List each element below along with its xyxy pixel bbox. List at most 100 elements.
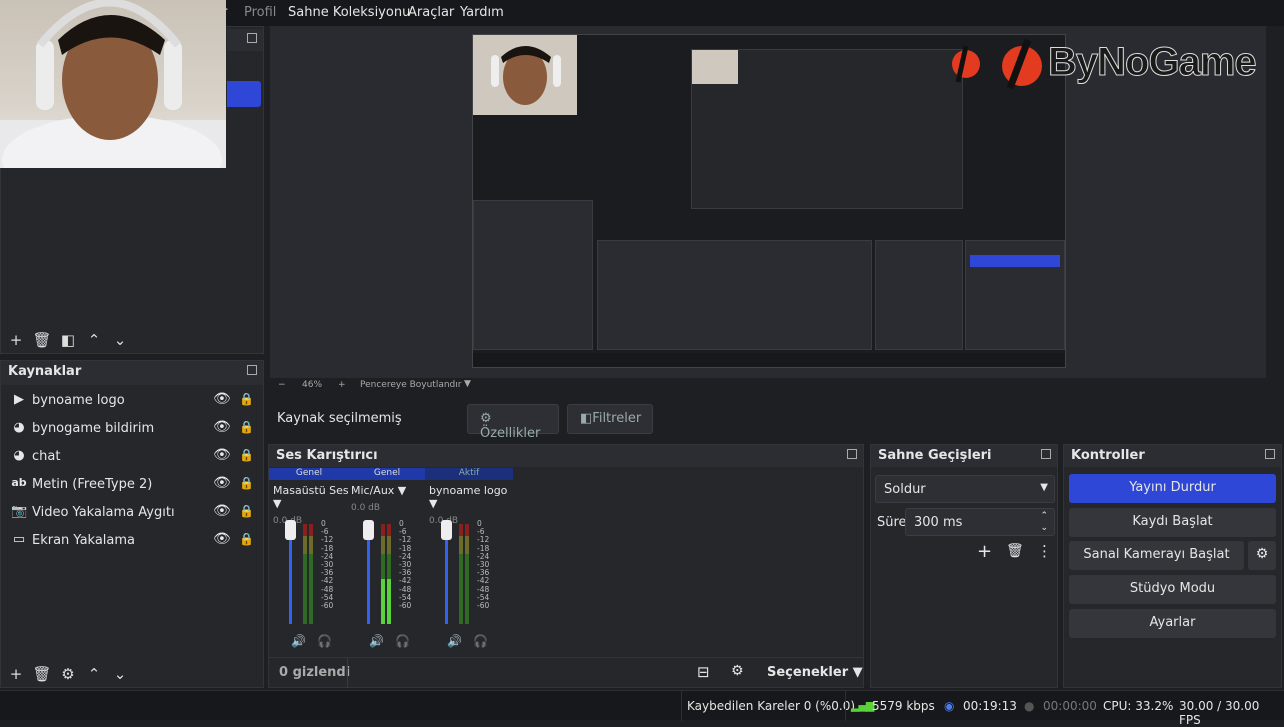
source-item[interactable]: ▭ Ekran Yakalama 👁 🔒 (1, 527, 263, 555)
dock-float-icon[interactable] (847, 449, 857, 459)
lock-icon[interactable]: 🔒 (239, 420, 254, 434)
chevron-down-icon[interactable]: ▼ (464, 379, 471, 389)
channel-name[interactable]: Masaüstü Ses ▼ (269, 484, 349, 510)
source-label: Video Yakalama Aygıtı (32, 505, 175, 520)
lock-icon[interactable]: 🔒 (239, 504, 254, 518)
record-icon: ● (1024, 699, 1035, 713)
trash-icon[interactable]: 🗑 (29, 331, 55, 349)
move-down-icon[interactable]: ⌄ (107, 665, 133, 683)
filters-button[interactable]: ◧Filtreler (567, 404, 653, 434)
lock-icon[interactable]: 🔒 (239, 448, 254, 462)
source-label: bynoame logo (32, 393, 125, 408)
mixer-title-bar: Ses Karıştırıcı (269, 445, 863, 467)
sources-panel: Kaynaklar ▶ bynoame logo 👁 🔒 ◕ bynogame b… (0, 360, 264, 688)
add-icon[interactable]: + (3, 665, 29, 683)
eye-icon[interactable]: 👁 (213, 419, 231, 435)
gear-icon[interactable]: ⚙ (55, 665, 81, 683)
channel-name-label: Mic/Aux (351, 484, 395, 497)
eye-icon[interactable]: 👁 (213, 391, 231, 407)
transition-selected: Soldur (884, 482, 926, 497)
channel-name[interactable]: bynoame logo ▼ (425, 484, 513, 510)
bynogame-watermark: ByNoGame (936, 36, 1266, 90)
duration-value: 300 ms (914, 515, 963, 530)
scene-selected-item[interactable] (227, 81, 261, 107)
trash-icon[interactable]: 🗑 (29, 665, 55, 683)
menu-tools[interactable]: Araçlar (408, 5, 454, 20)
volume-fader-knob[interactable] (363, 520, 374, 540)
duration-input[interactable]: 300 ms ⌃ ⌄ (905, 508, 1055, 536)
stepper-icon[interactable]: ⌃ ⌄ (1040, 510, 1048, 534)
gear-icon[interactable]: ⚙ (1248, 541, 1276, 570)
menu-profile[interactable]: Profil (244, 5, 276, 20)
move-up-icon[interactable]: ⌃ (81, 665, 107, 683)
layout-icon[interactable]: ⊟ (697, 663, 710, 681)
context-bar: Kaynak seçilmemiş ⚙ Özellikler ◧Filtrele… (268, 400, 1282, 441)
zoom-in-button[interactable]: + (338, 380, 346, 390)
lock-icon[interactable]: 🔒 (239, 392, 254, 406)
headphones-icon[interactable]: 🎧 (395, 634, 410, 648)
channel-db: 0.0 dB (429, 516, 459, 526)
channel-db: 0.0 dB (351, 503, 381, 513)
options-button[interactable]: Seçenekler ▼ (767, 665, 863, 680)
channel-header: Genel (347, 468, 427, 480)
dock-float-icon[interactable] (1041, 449, 1051, 459)
add-icon[interactable]: + (3, 331, 29, 349)
fit-window-button[interactable]: Pencereye Boyutlandır (360, 380, 461, 390)
headphones-icon[interactable]: 🎧 (317, 634, 332, 648)
hidden-count: 0 gizlendi (279, 665, 351, 680)
mixer-channel: Genel Masaüstü Ses ▼ 0.0 dB 0 -6 -12 -18… (269, 468, 349, 658)
scenes-toolbar: + 🗑 ◧ ⌃ ⌄ (3, 331, 133, 349)
volume-fader-knob[interactable] (441, 520, 452, 540)
properties-button[interactable]: ⚙ Özellikler (467, 404, 559, 441)
settings-button[interactable]: Ayarlar (1069, 609, 1276, 638)
eye-icon[interactable]: 👁 (213, 503, 231, 519)
source-item[interactable]: ▶ bynoame logo 👁 🔒 (1, 387, 263, 415)
chevron-down-icon: ▼ (1040, 482, 1048, 493)
level-meter (387, 524, 391, 624)
headphones-icon[interactable]: 🎧 (473, 634, 488, 648)
db-scale: 0 -6 -12 -18 -24 -30 -36 -42 -48 -54 -60 (477, 519, 490, 611)
speaker-icon[interactable]: 🔊 (369, 634, 384, 648)
scene-transitions-panel: Sahne Geçişleri Soldur ▼ Süre 300 ms ⌃ ⌄ … (870, 444, 1058, 688)
source-item[interactable]: 📷 Video Yakalama Aygıtı 👁 🔒 (1, 499, 263, 527)
globe-icon: ◕ (13, 448, 25, 463)
watermark-text: ByNoGame (1048, 40, 1258, 85)
volume-fader-knob[interactable] (285, 520, 296, 540)
source-item[interactable]: ab Metin (FreeType 2) 👁 🔒 (1, 471, 263, 499)
eye-icon[interactable]: 👁 (213, 447, 231, 463)
filters-label: Filtreler (592, 411, 642, 426)
source-item[interactable]: ◕ chat 👁 🔒 (1, 443, 263, 471)
dropped-frames: Kaybedilen Kareler 0 (%0.0) (687, 699, 856, 713)
trash-icon[interactable]: 🗑 (1006, 543, 1024, 559)
zoom-bar: − 46% + Pencereye Boyutlandır ▼ (270, 378, 1266, 394)
menu-help[interactable]: Yardım (460, 5, 504, 20)
lock-icon[interactable]: 🔒 (239, 532, 254, 546)
start-virtual-camera-button[interactable]: Sanal Kamerayı Başlat (1069, 541, 1244, 570)
properties-label: Özellikler (480, 426, 541, 441)
monitor-icon: ▭ (12, 532, 26, 547)
filter-icon[interactable]: ◧ (55, 331, 81, 349)
level-meter (309, 524, 313, 624)
mixer-title: Ses Karıştırıcı (276, 448, 378, 463)
more-icon[interactable]: ⋮ (1037, 542, 1052, 560)
move-up-icon[interactable]: ⌃ (81, 331, 107, 349)
eye-icon[interactable]: 👁 (213, 531, 231, 547)
speaker-icon[interactable]: 🔊 (291, 634, 306, 648)
dock-float-icon[interactable] (247, 365, 257, 375)
transition-select[interactable]: Soldur ▼ (875, 475, 1055, 503)
source-item[interactable]: ◕ bynogame bildirim 👁 🔒 (1, 415, 263, 443)
speaker-icon[interactable]: 🔊 (447, 634, 462, 648)
stop-stream-button[interactable]: Yayını Durdur (1069, 474, 1276, 503)
start-recording-button[interactable]: Kaydı Başlat (1069, 508, 1276, 537)
dock-float-icon[interactable] (247, 33, 257, 43)
zoom-out-button[interactable]: − (278, 380, 286, 390)
dock-float-icon[interactable] (1265, 449, 1275, 459)
lock-icon[interactable]: 🔒 (239, 476, 254, 490)
move-down-icon[interactable]: ⌄ (107, 331, 133, 349)
add-icon[interactable]: + (977, 541, 992, 562)
menu-scene-collection[interactable]: Sahne Koleksiyonu (288, 5, 410, 20)
gear-icon[interactable]: ⚙ (731, 663, 744, 679)
channel-name[interactable]: Mic/Aux ▼ (347, 484, 427, 497)
studio-mode-button[interactable]: Stüdyo Modu (1069, 575, 1276, 604)
eye-icon[interactable]: 👁 (213, 475, 231, 491)
